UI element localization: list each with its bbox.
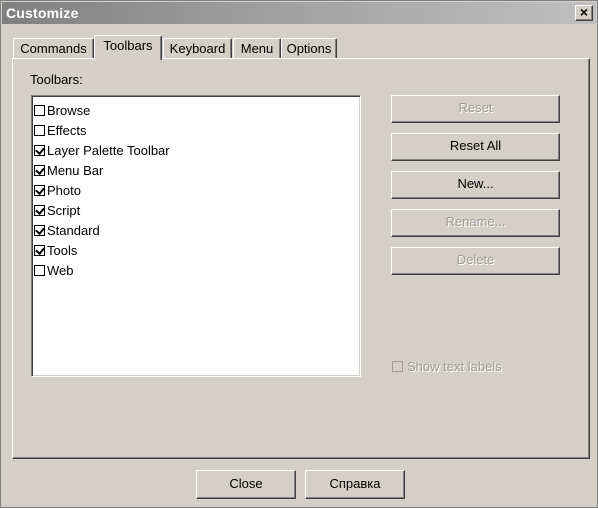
reset-all-button[interactable]: Reset All bbox=[391, 133, 560, 161]
reset-button[interactable]: Reset bbox=[391, 95, 560, 123]
checkbox-layer-palette-toolbar[interactable] bbox=[34, 144, 45, 156]
checkbox-tools[interactable] bbox=[34, 244, 45, 256]
list-item-label: Script bbox=[47, 202, 81, 218]
list-item-tools[interactable]: Tools bbox=[34, 240, 360, 260]
list-item-effects[interactable]: Effects bbox=[34, 120, 360, 140]
new-toolbar-button[interactable]: New... bbox=[391, 171, 560, 199]
list-item-label: Standard bbox=[47, 222, 100, 238]
list-item-label: Browse bbox=[47, 102, 91, 118]
list-item-label: Tools bbox=[47, 242, 78, 258]
list-item-label: Menu Bar bbox=[47, 162, 104, 178]
tab-toolbars[interactable]: Toolbars bbox=[94, 35, 162, 60]
list-item-script[interactable]: Script bbox=[34, 200, 360, 220]
customize-dialog: Customize × Commands Toolbars Keyboard M… bbox=[0, 0, 598, 508]
list-item-standard[interactable]: Standard bbox=[34, 220, 360, 240]
toolbars-list[interactable]: Browse Effects Layer Palette Toolbar Men… bbox=[31, 95, 361, 377]
tab-options[interactable]: Options bbox=[281, 38, 337, 59]
tab-keyboard[interactable]: Keyboard bbox=[163, 38, 232, 59]
checkbox-photo[interactable] bbox=[34, 184, 45, 196]
list-item-web[interactable]: Web bbox=[34, 260, 360, 280]
show-text-labels-checkbox[interactable] bbox=[392, 361, 403, 372]
delete-button[interactable]: Delete bbox=[391, 247, 560, 275]
toolbars-label: Toolbars: bbox=[30, 72, 83, 87]
tab-menu[interactable]: Menu bbox=[233, 38, 281, 59]
list-item-label: Web bbox=[47, 262, 74, 278]
checkbox-menu-bar[interactable] bbox=[34, 164, 45, 176]
show-text-labels-option[interactable]: Show text labels bbox=[392, 359, 502, 374]
checkbox-standard[interactable] bbox=[34, 224, 45, 236]
title-bar[interactable]: Customize × bbox=[2, 2, 596, 24]
list-item-label: Photo bbox=[47, 182, 81, 198]
close-button[interactable]: Close bbox=[196, 470, 296, 499]
help-button[interactable]: Справка bbox=[305, 470, 405, 499]
list-item-label: Effects bbox=[47, 122, 87, 138]
checkbox-effects[interactable] bbox=[34, 124, 45, 136]
list-item-layer-palette-toolbar[interactable]: Layer Palette Toolbar bbox=[34, 140, 360, 160]
list-item-label: Layer Palette Toolbar bbox=[47, 142, 170, 158]
rename-button[interactable]: Rename... bbox=[391, 209, 560, 237]
list-item-photo[interactable]: Photo bbox=[34, 180, 360, 200]
close-icon[interactable]: × bbox=[575, 5, 593, 21]
list-item-browse[interactable]: Browse bbox=[34, 100, 360, 120]
toolbars-tab-panel: Toolbars: Browse Effects Layer Palette T… bbox=[12, 58, 590, 459]
window-title: Customize bbox=[6, 5, 79, 21]
checkbox-web[interactable] bbox=[34, 264, 45, 276]
checkbox-script[interactable] bbox=[34, 204, 45, 216]
list-item-menu-bar[interactable]: Menu Bar bbox=[34, 160, 360, 180]
checkbox-browse[interactable] bbox=[34, 104, 45, 116]
tab-commands[interactable]: Commands bbox=[13, 38, 94, 59]
show-text-labels-label: Show text labels bbox=[407, 359, 502, 374]
